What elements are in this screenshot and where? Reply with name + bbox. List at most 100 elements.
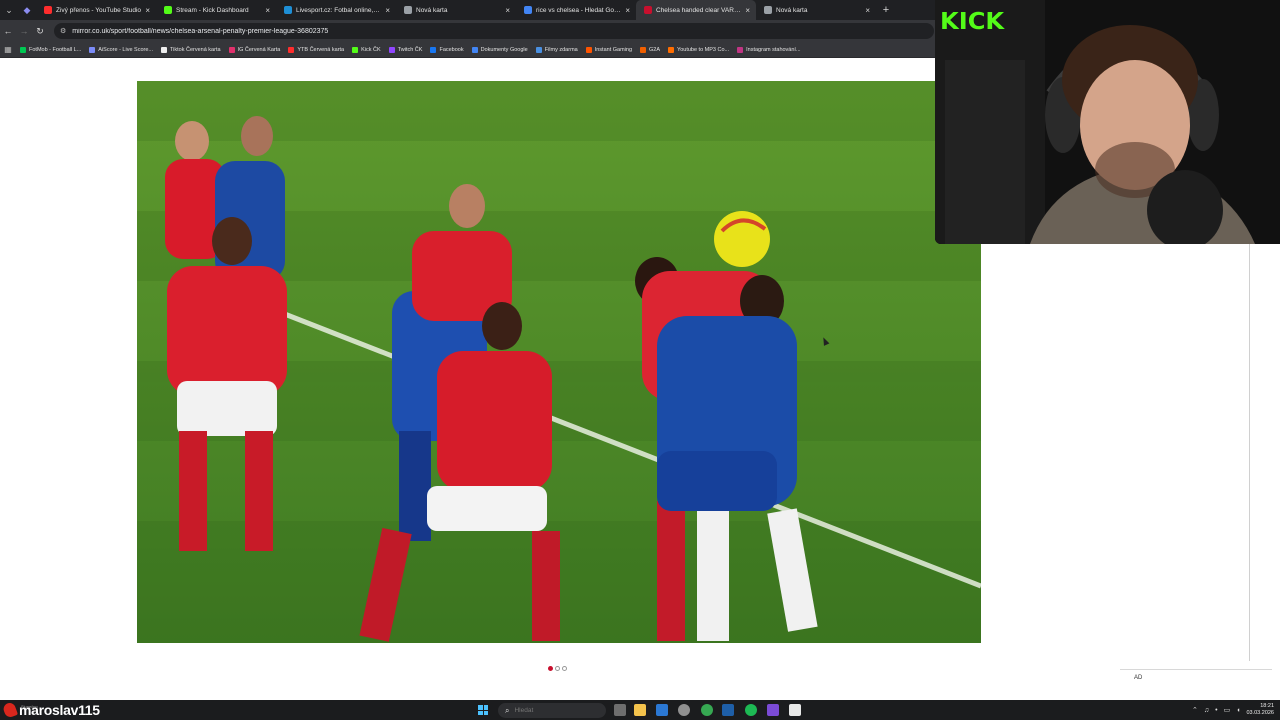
bookmark-favicon-icon: [228, 46, 235, 53]
carousel-dot[interactable]: [548, 666, 553, 671]
bookmark-favicon-icon: [352, 46, 359, 53]
tab-close-icon[interactable]: ×: [505, 6, 510, 15]
tab-search-menu-icon[interactable]: ⌄: [0, 0, 18, 20]
tab-close-icon[interactable]: ×: [385, 6, 390, 15]
bookmark-label: Instagram stahování...: [746, 46, 801, 53]
back-icon[interactable]: ←: [0, 20, 16, 42]
weather-subtitle: Slunečno: [21, 704, 38, 709]
bookmark-favicon-icon: [388, 46, 395, 53]
bookmark-favicon-icon: [737, 46, 744, 53]
bookmark-label: Facebook: [439, 46, 464, 53]
bookmark-item[interactable]: Instant Gaming: [582, 42, 636, 58]
app-purple-icon[interactable]: [767, 704, 779, 716]
carousel-dot[interactable]: [555, 666, 560, 671]
clock-time: 18:21: [1260, 703, 1274, 709]
speaker-icon[interactable]: ♫: [1204, 707, 1209, 714]
bookmark-item[interactable]: Facebook: [426, 42, 467, 58]
bookmarks-bar: ▦ FotMob - Football L... AiScore - Live S…: [0, 42, 935, 58]
bookmark-favicon-icon: [89, 46, 96, 53]
tab-label: Chelsea handed clear VAR verdi: [656, 6, 742, 14]
forward-icon[interactable]: →: [16, 20, 32, 42]
windows-start-icon[interactable]: [478, 705, 488, 715]
volume-icon[interactable]: ◖: [1236, 707, 1240, 714]
bookmark-favicon-icon: [161, 46, 167, 53]
new-tab-button[interactable]: +: [876, 0, 896, 20]
clock[interactable]: 18:21 03.03.2026: [1246, 703, 1274, 717]
tab-favicon-icon: [284, 6, 292, 14]
file-explorer-icon[interactable]: [634, 704, 646, 716]
task-view-icon[interactable]: [614, 704, 626, 716]
capcut-icon[interactable]: [789, 704, 801, 716]
network-icon[interactable]: ▭: [1224, 706, 1231, 714]
site-info-icon[interactable]: ⚙: [60, 27, 66, 35]
carousel-dots: [548, 666, 567, 671]
spotify-icon[interactable]: [745, 704, 757, 716]
address-bar[interactable]: ⚙: [54, 23, 934, 39]
bookmark-item[interactable]: YTB Červená karta: [284, 42, 348, 58]
bookmark-favicon-icon: [640, 46, 647, 53]
article-hero-image[interactable]: [137, 81, 981, 643]
chrome-icon[interactable]: [701, 704, 713, 716]
tabs: Živý přenos - YouTube Studio × Stream - Ki…: [36, 0, 876, 20]
tab-label: Stream - Kick Dashboard: [176, 6, 249, 14]
tab-close-icon[interactable]: ×: [625, 6, 630, 15]
browser-tab[interactable]: Stream - Kick Dashboard ×: [156, 0, 276, 20]
bookmark-favicon-icon: [471, 46, 478, 53]
bookmark-item[interactable]: Instagram stahování...: [733, 42, 804, 58]
chevron-up-icon[interactable]: ⌃: [1192, 706, 1198, 714]
bookmark-label: Youtube to MP3 Co...: [677, 46, 730, 53]
bookmark-favicon-icon: [20, 46, 26, 53]
tab-favicon-icon: [764, 6, 772, 14]
bookmark-item[interactable]: IG Červená Karta: [225, 42, 285, 58]
app-icon[interactable]: [722, 704, 734, 716]
browser-tab[interactable]: Livesport.cz: Fotbal online, fotb ×: [276, 0, 396, 20]
extension-icon[interactable]: ◆: [18, 0, 36, 20]
bookmark-label: YTB Červená karta: [297, 46, 345, 53]
bookmark-item[interactable]: Twitch ČK: [385, 42, 427, 58]
browser-tab[interactable]: rice vs chelsea - Hledat Googlem×: [516, 0, 636, 20]
bookmark-favicon-icon: [430, 46, 437, 53]
tab-strip: ⌄ ◆ Živý přenos - YouTube Studio × Stream …: [0, 0, 935, 20]
bookmark-item[interactable]: FotMob - Football L...: [16, 42, 85, 58]
apps-grid-icon[interactable]: ▦: [0, 45, 16, 54]
bookmark-label: Dokumenty Google: [480, 46, 528, 53]
store-icon[interactable]: [656, 704, 668, 716]
bookmark-item[interactable]: G2A: [636, 42, 664, 58]
bookmark-item[interactable]: Filmy zdarma: [532, 42, 582, 58]
reload-icon[interactable]: ↻: [32, 20, 48, 42]
tab-label: Nová karta: [776, 6, 808, 14]
bookmark-item[interactable]: Dokumenty Google: [468, 42, 532, 58]
browser-tab[interactable]: Živý přenos - YouTube Studio ×: [36, 0, 156, 20]
bookmark-label: G2A: [649, 46, 661, 53]
url-input[interactable]: [72, 27, 873, 35]
tab-close-icon[interactable]: ×: [745, 6, 750, 15]
football-photo: [137, 81, 981, 643]
mic-icon[interactable]: •: [1215, 707, 1217, 714]
tab-close-icon[interactable]: ×: [865, 6, 870, 15]
tab-close-icon[interactable]: ×: [265, 6, 270, 15]
browser-tab[interactable]: Nová karta ×: [756, 0, 876, 20]
webcam-overlay: KICK: [935, 0, 1280, 244]
bookmark-favicon-icon: [535, 46, 542, 53]
bookmark-label: AiScore - Live Score...: [98, 46, 153, 53]
tab-close-icon[interactable]: ×: [145, 6, 150, 15]
tab-label: Živý přenos - YouTube Studio: [56, 6, 142, 14]
bookmark-label: IG Červená Karta: [237, 46, 281, 53]
bookmark-item[interactable]: AiScore - Live Score...: [85, 42, 157, 58]
browser-tab[interactable]: Nová karta ×: [396, 0, 516, 20]
clock-date: 03.03.2026: [1246, 710, 1274, 716]
bookmark-item[interactable]: Youtube to MP3 Co...: [664, 42, 733, 58]
streamer-badge: maroslav115: [1, 700, 100, 720]
bookmark-item[interactable]: Kick ČK: [348, 42, 385, 58]
tab-favicon-icon: [644, 6, 652, 14]
browser-tab[interactable]: Chelsea handed clear VAR verdi ×: [636, 0, 756, 20]
tab-label: rice vs chelsea - Hledat Googlem: [536, 6, 622, 14]
screen: ⌄ ◆ Živý přenos - YouTube Studio × Stream …: [0, 0, 1280, 720]
taskbar-search[interactable]: ⌕: [498, 703, 606, 718]
taskbar-search-input[interactable]: [514, 707, 595, 714]
bookmark-item[interactable]: Tiktok Červená karta: [157, 42, 225, 58]
settings-gear-icon[interactable]: [678, 704, 690, 716]
bookmark-label: FotMob - Football L...: [29, 46, 82, 53]
carousel-dot[interactable]: [562, 666, 567, 671]
webcam-video: [935, 0, 1280, 244]
